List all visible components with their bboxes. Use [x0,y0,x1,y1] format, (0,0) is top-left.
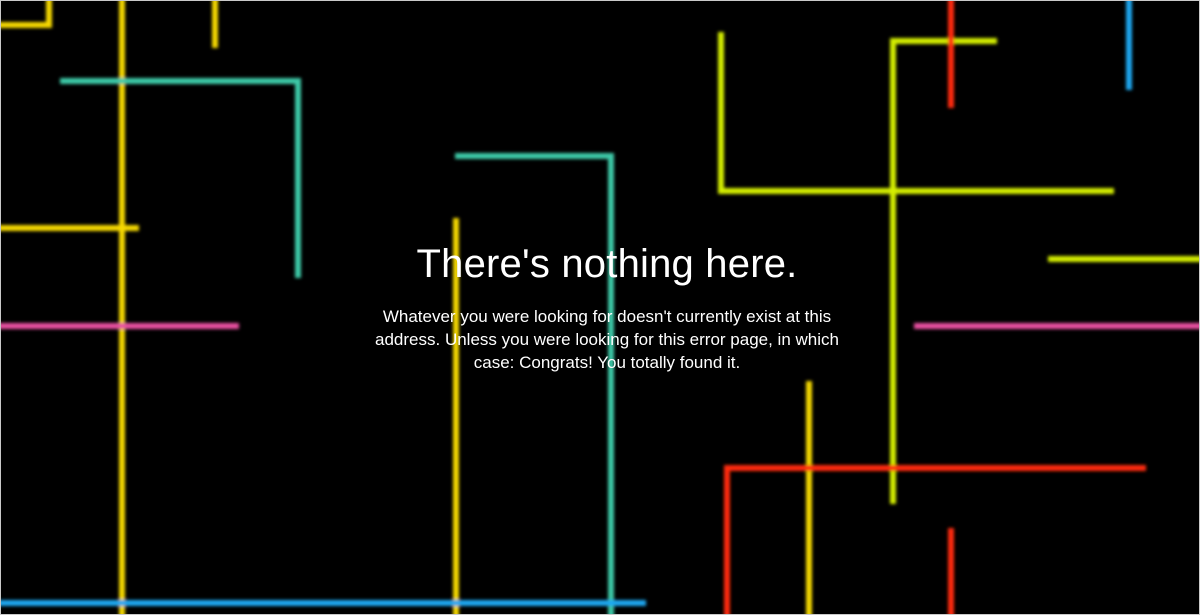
neon-line [890,38,997,504]
page-title: There's nothing here. [416,242,798,286]
neon-line [60,78,301,278]
neon-line [455,153,614,614]
error-message-block: There's nothing here. Whatever you were … [361,239,853,374]
neon-line [724,465,1146,614]
neon-line [1,1,52,28]
neon-line [718,32,1114,194]
error-page: There's nothing here. Whatever you were … [0,0,1200,615]
error-description: Whatever you were looking for doesn't cu… [375,307,839,372]
